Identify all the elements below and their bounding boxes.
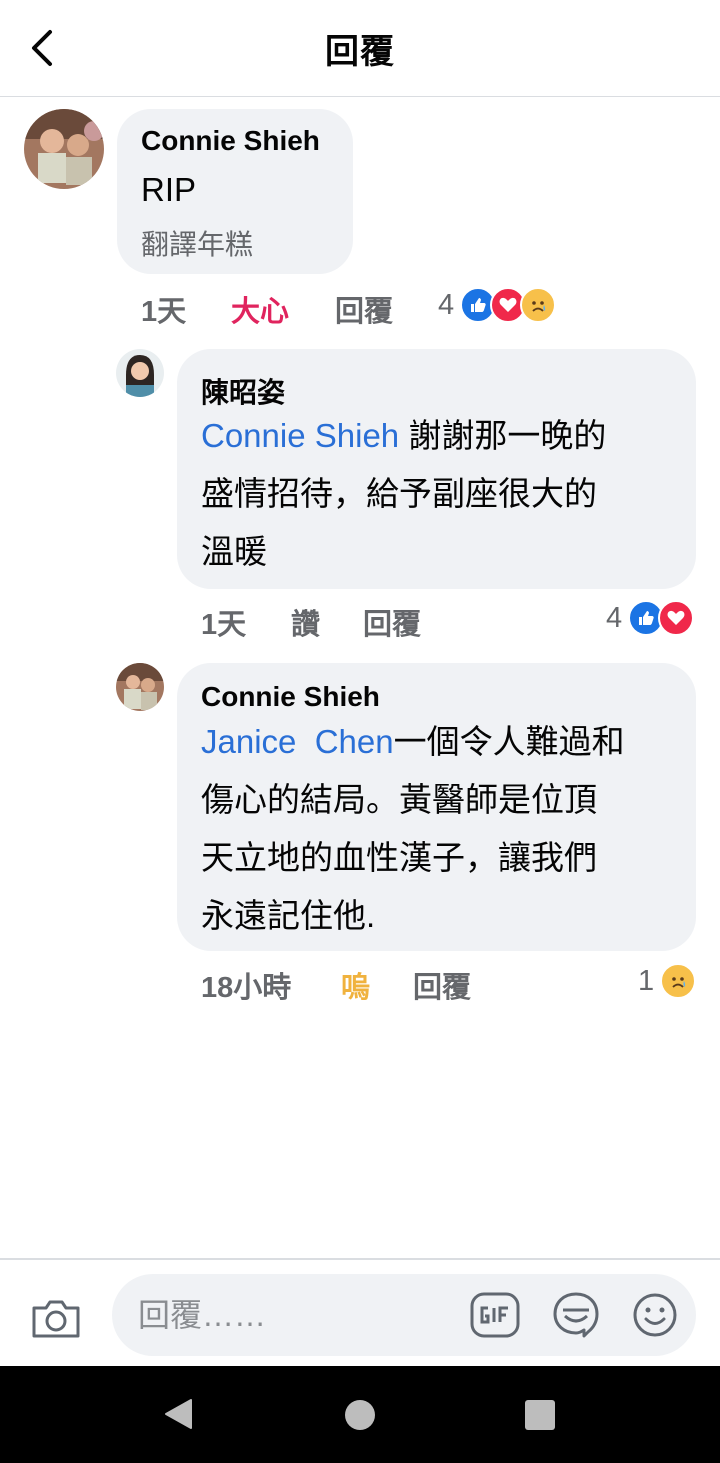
reaction-summary[interactable]: 4 <box>438 287 557 323</box>
sad-icon <box>520 287 557 323</box>
text-line: 永遠記住他. <box>201 897 376 934</box>
comment-time: 1天 <box>201 609 247 641</box>
comment-bubble: Connie Shieh Janice Chen一個令人難過和 傷心的結局。黃醫… <box>177 663 696 951</box>
reply-button[interactable]: 回覆 <box>363 601 421 643</box>
gif-button[interactable] <box>470 1292 520 1343</box>
sticker-button[interactable] <box>552 1290 600 1345</box>
text-line: 一個令人難過和 <box>393 723 625 760</box>
emoji-icon <box>633 1293 677 1337</box>
mention-link[interactable]: Janice Chen <box>201 723 394 760</box>
comment-author[interactable]: Connie Shieh <box>141 125 320 157</box>
avatar[interactable] <box>24 109 104 189</box>
love-icon <box>658 600 695 636</box>
reaction-summary[interactable]: 1 <box>638 963 697 999</box>
camera-button[interactable] <box>30 1296 82 1345</box>
comment-meta: 1天 讚 回覆 <box>201 601 501 641</box>
comment-text: Connie Shieh 謝謝那一晚的 盛情招待，給予副座很大的 溫暖 <box>201 407 681 581</box>
reply-button[interactable]: 回覆 <box>335 288 393 330</box>
text-line: 天立地的血性漢子，讓我們 <box>201 839 597 876</box>
reaction-summary[interactable]: 4 <box>606 600 695 636</box>
comment-author[interactable]: Connie Shieh <box>201 681 380 713</box>
system-nav-bar <box>0 1366 720 1463</box>
reply-input[interactable] <box>136 1288 460 1342</box>
reaction-count: 4 <box>438 288 455 321</box>
reply-input-container[interactable] <box>112 1274 696 1356</box>
comment-text: Janice Chen一個令人難過和 傷心的結局。黃醫師是位頂 天立地的血性漢子… <box>201 713 691 945</box>
comment-meta: 18小時 嗚 回覆 <box>201 964 521 1004</box>
page-title: 回覆 <box>325 33 395 71</box>
reaction-count: 4 <box>606 601 623 634</box>
like-button[interactable]: 讚 <box>291 601 320 643</box>
system-recents-button[interactable] <box>525 1400 555 1430</box>
comment-time: 18小時 <box>201 972 292 1004</box>
reply-button[interactable]: 回覆 <box>413 964 471 1006</box>
text-line: 傷心的結局。黃醫師是位頂 <box>201 781 597 818</box>
gif-icon <box>470 1292 520 1338</box>
reply-composer <box>0 1258 720 1368</box>
comment-meta: 1天 大心 回覆 <box>141 288 441 328</box>
header-bar: 回覆 <box>0 0 720 97</box>
sticker-icon <box>553 1292 599 1338</box>
comment-author[interactable]: 陳昭姿 <box>201 371 285 411</box>
text-line: 謝謝那一晚的 <box>399 417 607 454</box>
reaction-button[interactable]: 大心 <box>231 288 289 330</box>
system-home-button[interactable] <box>345 1400 375 1430</box>
avatar[interactable] <box>116 663 164 711</box>
system-back-button[interactable] <box>163 1398 193 1435</box>
text-line: 溫暖 <box>201 533 267 570</box>
avatar[interactable] <box>116 349 164 397</box>
sad-icon <box>660 963 697 999</box>
mention-link[interactable]: Connie Shieh <box>201 417 399 454</box>
comment-text: RIP <box>141 171 197 208</box>
reaction-button[interactable]: 嗚 <box>341 964 370 1006</box>
comment-bubble: Connie Shieh RIP 翻譯年糕 <box>117 109 353 274</box>
camera-icon <box>32 1300 80 1338</box>
comment-bubble: 陳昭姿 Connie Shieh 謝謝那一晚的 盛情招待，給予副座很大的 溫暖 <box>177 349 696 589</box>
text-line: 盛情招待，給予副座很大的 <box>201 475 597 512</box>
triangle-back-icon <box>165 1399 192 1429</box>
reaction-count: 1 <box>638 964 655 997</box>
comment-time: 1天 <box>141 296 187 328</box>
translate-link[interactable]: 翻譯年糕 <box>141 223 253 263</box>
emoji-button[interactable] <box>632 1292 678 1343</box>
